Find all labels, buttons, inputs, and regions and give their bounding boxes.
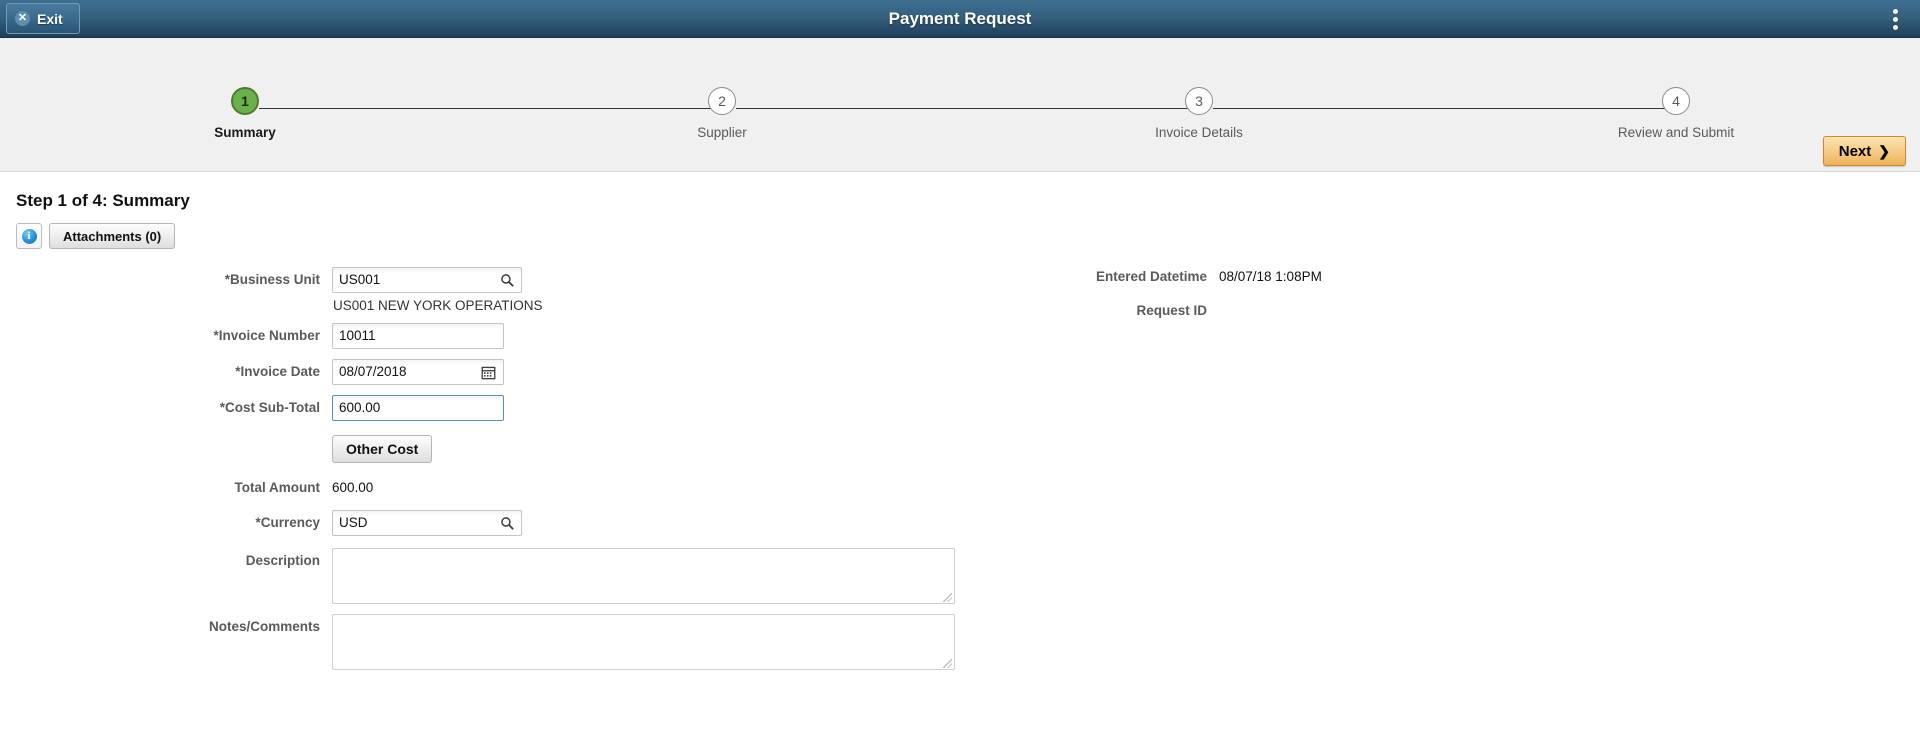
- summary-form: *Business Unit US001 US001 NEW YORK OPER…: [14, 267, 1906, 670]
- resize-grip-icon[interactable]: [943, 593, 952, 602]
- cost-subtotal-label: *Cost Sub-Total: [219, 400, 320, 415]
- field-row-notes-comments: Notes/Comments: [14, 614, 1906, 670]
- request-id-label: Request ID: [1136, 303, 1207, 318]
- step-label: Invoice Details: [1155, 125, 1243, 140]
- field-row-invoice-number: *Invoice Number 10011: [14, 323, 1906, 349]
- step-item-review-and-submit[interactable]: 4 Review and Submit: [1576, 87, 1776, 140]
- total-amount-label: Total Amount: [234, 480, 320, 495]
- exit-button[interactable]: ✕ Exit: [6, 3, 80, 34]
- field-row-total-amount: Total Amount 600.00: [14, 475, 1906, 501]
- ellipsis-dot: [1892, 16, 1898, 22]
- step-progress-bar: 1 Summary 2 Supplier 3 Invoice Details 4…: [0, 38, 1920, 172]
- field-row-business-unit: *Business Unit US001 US001 NEW YORK OPER…: [14, 267, 1906, 313]
- ellipsis-dot: [1892, 8, 1898, 14]
- next-button[interactable]: Next ❯: [1822, 136, 1906, 166]
- entered-datetime-label: Entered Datetime: [1095, 269, 1207, 284]
- step-number-badge: 4: [1662, 87, 1690, 115]
- total-amount-control: 600.00: [332, 475, 373, 501]
- calendar-icon[interactable]: [480, 364, 497, 381]
- field-row-other-cost: Other Cost: [14, 435, 1906, 463]
- total-amount-value: 600.00: [332, 480, 374, 495]
- currency-label: *Currency: [255, 515, 320, 530]
- field-row-description: Description: [14, 548, 1906, 604]
- invoice-number-value: 10011: [339, 328, 376, 343]
- field-row-currency: *Currency USD: [14, 510, 1906, 536]
- invoice-date-label: *Invoice Date: [235, 364, 320, 379]
- content-toolbar: i Attachments (0): [16, 223, 1906, 249]
- entered-datetime-value: 08/07/18 1:08PM: [1219, 269, 1322, 284]
- other-cost-control: Other Cost: [332, 435, 433, 463]
- cost-subtotal-value: 600.00: [339, 400, 381, 415]
- field-row-cost-subtotal: *Cost Sub-Total 600.00: [14, 395, 1906, 421]
- notes-comments-label: Notes/Comments: [208, 619, 320, 634]
- other-cost-button[interactable]: Other Cost: [332, 435, 433, 463]
- chevron-right-icon: ❯: [1878, 142, 1890, 159]
- next-button-label: Next: [1838, 142, 1872, 160]
- request-id-row: Request ID: [1014, 301, 1322, 321]
- step-label: Supplier: [697, 125, 747, 140]
- cost-subtotal-input[interactable]: 600.00: [332, 395, 504, 421]
- business-unit-description: US001 NEW YORK OPERATIONS: [333, 298, 543, 313]
- step-item-invoice-details[interactable]: 3 Invoice Details: [1099, 87, 1299, 140]
- invoice-date-value: 08/07/2018: [339, 364, 407, 379]
- currency-input[interactable]: USD: [332, 510, 522, 536]
- app-header-bar: ✕ Exit Payment Request: [0, 0, 1920, 38]
- other-cost-spacer: [14, 435, 332, 461]
- currency-value: USD: [339, 515, 368, 530]
- wizard-nav-actions: Next ❯: [1822, 136, 1906, 166]
- field-row-invoice-date: *Invoice Date 08/07/2018: [14, 359, 1906, 385]
- ellipsis-dot: [1892, 24, 1898, 30]
- step-item-summary[interactable]: 1 Summary: [145, 87, 345, 140]
- info-icon: i: [21, 228, 37, 244]
- entered-datetime-row: Entered Datetime 08/07/18 1:08PM: [1014, 267, 1322, 287]
- step-label: Summary: [214, 125, 276, 140]
- business-unit-control: US001 US001 NEW YORK OPERATIONS: [332, 267, 543, 313]
- search-icon[interactable]: [498, 272, 515, 289]
- description-control: [332, 548, 955, 604]
- attachments-button[interactable]: Attachments (0): [49, 223, 176, 249]
- page-title: Step 1 of 4: Summary: [16, 191, 190, 210]
- exit-button-label: Exit: [37, 10, 63, 27]
- invoice-number-label: *Invoice Number: [213, 328, 320, 343]
- vertical-ellipsis-icon[interactable]: [1884, 7, 1906, 31]
- notes-comments-control: [332, 614, 955, 670]
- currency-control: USD: [332, 510, 522, 536]
- step-number-badge: 1: [231, 87, 259, 115]
- step-track: 1 Summary 2 Supplier 3 Invoice Details 4…: [0, 38, 1920, 140]
- close-x-icon: ✕: [15, 11, 30, 26]
- resize-grip-icon[interactable]: [943, 659, 952, 668]
- page-header-title: Payment Request: [888, 9, 1032, 28]
- business-unit-label: *Business Unit: [224, 272, 320, 287]
- info-button[interactable]: i: [16, 223, 42, 249]
- invoice-number-control: 10011: [332, 323, 504, 349]
- main-content: Step 1 of 4: Summary i Attachments (0) *…: [0, 191, 1920, 670]
- cost-subtotal-control: 600.00: [332, 395, 504, 421]
- business-unit-value: US001: [339, 272, 381, 287]
- notes-comments-textarea[interactable]: [332, 614, 955, 670]
- step-number-badge: 2: [708, 87, 736, 115]
- step-number-badge: 3: [1185, 87, 1213, 115]
- step-item-supplier[interactable]: 2 Supplier: [622, 87, 822, 140]
- description-textarea[interactable]: [332, 548, 955, 604]
- request-info-panel: Entered Datetime 08/07/18 1:08PM Request…: [1014, 267, 1322, 329]
- search-icon[interactable]: [498, 515, 515, 532]
- step-label: Review and Submit: [1617, 125, 1735, 140]
- business-unit-input[interactable]: US001: [332, 267, 522, 293]
- invoice-number-input[interactable]: 10011: [332, 323, 504, 349]
- invoice-date-control: 08/07/2018: [332, 359, 504, 385]
- invoice-date-input[interactable]: 08/07/2018: [332, 359, 504, 385]
- description-label: Description: [245, 553, 320, 568]
